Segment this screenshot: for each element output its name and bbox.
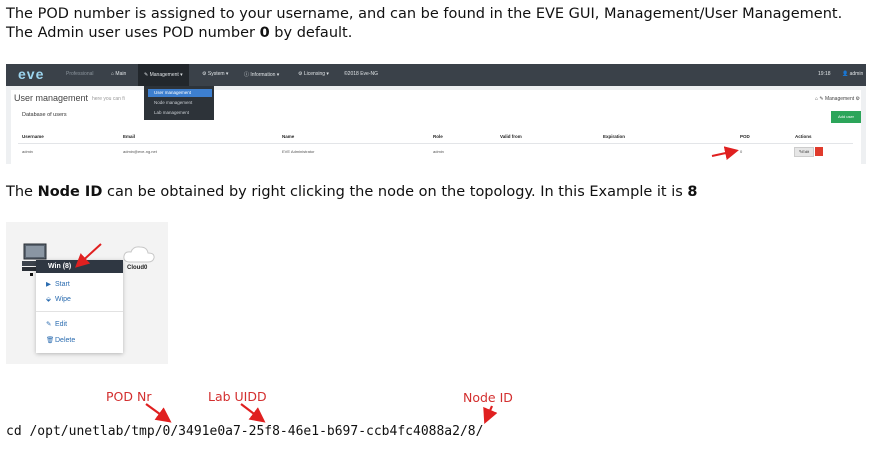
- cloud-label: Cloud0: [127, 265, 148, 271]
- cell-pod: 0: [740, 149, 743, 154]
- edit-icon: ✎: [46, 321, 52, 328]
- eve-gui-screenshot: eve Professional ⌂ Main ✎ Management ▾ ⚙…: [6, 64, 866, 164]
- col-pod: POD: [740, 134, 750, 139]
- delete-user-button[interactable]: [815, 147, 823, 156]
- node-text-mid: can be obtained by right clicking the no…: [102, 184, 688, 200]
- pod-paragraph: The POD number is assigned to your usern…: [6, 5, 871, 43]
- cell-username: admin: [22, 149, 33, 154]
- menu-delete[interactable]: 🗑Delete: [46, 336, 75, 344]
- nav-management[interactable]: ✎ Management ▾: [138, 64, 189, 86]
- menu-edit[interactable]: ✎ Edit: [46, 320, 67, 328]
- trash-icon: 🗑: [46, 337, 55, 344]
- command-line: cd /opt/unetlab/tmp/0/3491e0a7-25f8-46e1…: [6, 424, 484, 439]
- col-email: Email: [123, 134, 136, 139]
- dropdown-user-management[interactable]: User management: [148, 89, 212, 97]
- eve-panel-title: Database of users: [22, 112, 67, 118]
- node-status-dot: [30, 273, 33, 276]
- cell-name: EVE Administrator: [282, 149, 315, 154]
- menu-start[interactable]: ▶ Start: [46, 280, 70, 288]
- nav-main[interactable]: ⌂ Main: [111, 71, 126, 77]
- menu-wipe[interactable]: ⬙ Wipe: [46, 295, 71, 303]
- edit-user-button[interactable]: ✎Edit: [794, 147, 814, 157]
- nav-information[interactable]: ⓘ Information ▾: [244, 71, 279, 78]
- menu-divider: [36, 311, 123, 312]
- node-text-before: The: [6, 184, 38, 200]
- table-divider: [18, 143, 853, 144]
- dropdown-node-management[interactable]: Node management: [148, 99, 212, 107]
- col-role: Role: [433, 134, 443, 139]
- nav-system[interactable]: ⚙ System ▾: [202, 71, 228, 77]
- context-menu: Win (8) ▶ Start ⬙ Wipe ✎ Edit 🗑Delete: [36, 260, 123, 353]
- pod-text-before: The POD number is assigned to your usern…: [6, 6, 843, 41]
- add-user-button[interactable]: Add user: [831, 111, 861, 123]
- nav-licensing[interactable]: ⚙ Licensing ▾: [298, 71, 329, 77]
- eve-page-subtitle: here you can fi: [92, 96, 125, 102]
- col-valid-from: Valid from: [500, 134, 522, 139]
- dropdown-lab-management[interactable]: Lab management: [148, 109, 212, 117]
- arrow-node-id: [483, 405, 498, 425]
- arrow-lab-uidd: [240, 403, 266, 423]
- eve-logo: eve: [18, 66, 45, 82]
- cell-email: admin@eve-ng.net: [123, 149, 157, 154]
- node-id-term: Node ID: [37, 184, 103, 200]
- col-name: Name: [282, 134, 295, 139]
- eve-edition: Professional: [66, 71, 94, 77]
- eve-page-title: User management: [14, 93, 89, 103]
- play-icon: ▶: [46, 281, 51, 288]
- pod-value: 0: [259, 25, 270, 41]
- nav-copyright: ©2018 Eve-NG: [344, 71, 378, 77]
- cloud-icon[interactable]: [122, 244, 156, 266]
- eve-breadcrumb: ⌂ ✎ Management ⚙: [814, 96, 860, 102]
- wipe-icon: ⬙: [46, 296, 51, 303]
- nav-clock: 19:18: [818, 71, 831, 77]
- nav-user[interactable]: 👤 admin: [842, 71, 863, 77]
- cell-role: admin: [433, 149, 444, 154]
- node-id-paragraph: The Node ID can be obtained by right cli…: [6, 183, 698, 202]
- lab-uidd-label: Lab UIDD: [208, 389, 267, 404]
- context-menu-title: Win (8): [36, 260, 123, 273]
- node-id-value: 8: [687, 184, 698, 200]
- col-actions: Actions: [795, 134, 812, 139]
- col-expiration: Expiration: [603, 134, 626, 139]
- pod-nr-label: POD Nr: [106, 389, 152, 404]
- col-username: Username: [22, 134, 44, 139]
- management-dropdown: User management Node management Lab mana…: [144, 86, 214, 120]
- arrow-pod-nr: [145, 403, 172, 423]
- eve-navbar: eve Professional ⌂ Main ✎ Management ▾ ⚙…: [6, 64, 866, 86]
- pod-text-after: by default.: [269, 25, 353, 41]
- topology-screenshot: Cloud0 Win (8) ▶ Start ⬙ Wipe ✎ Edit 🗑Delet…: [6, 222, 168, 364]
- node-id-label: Node ID: [463, 390, 513, 405]
